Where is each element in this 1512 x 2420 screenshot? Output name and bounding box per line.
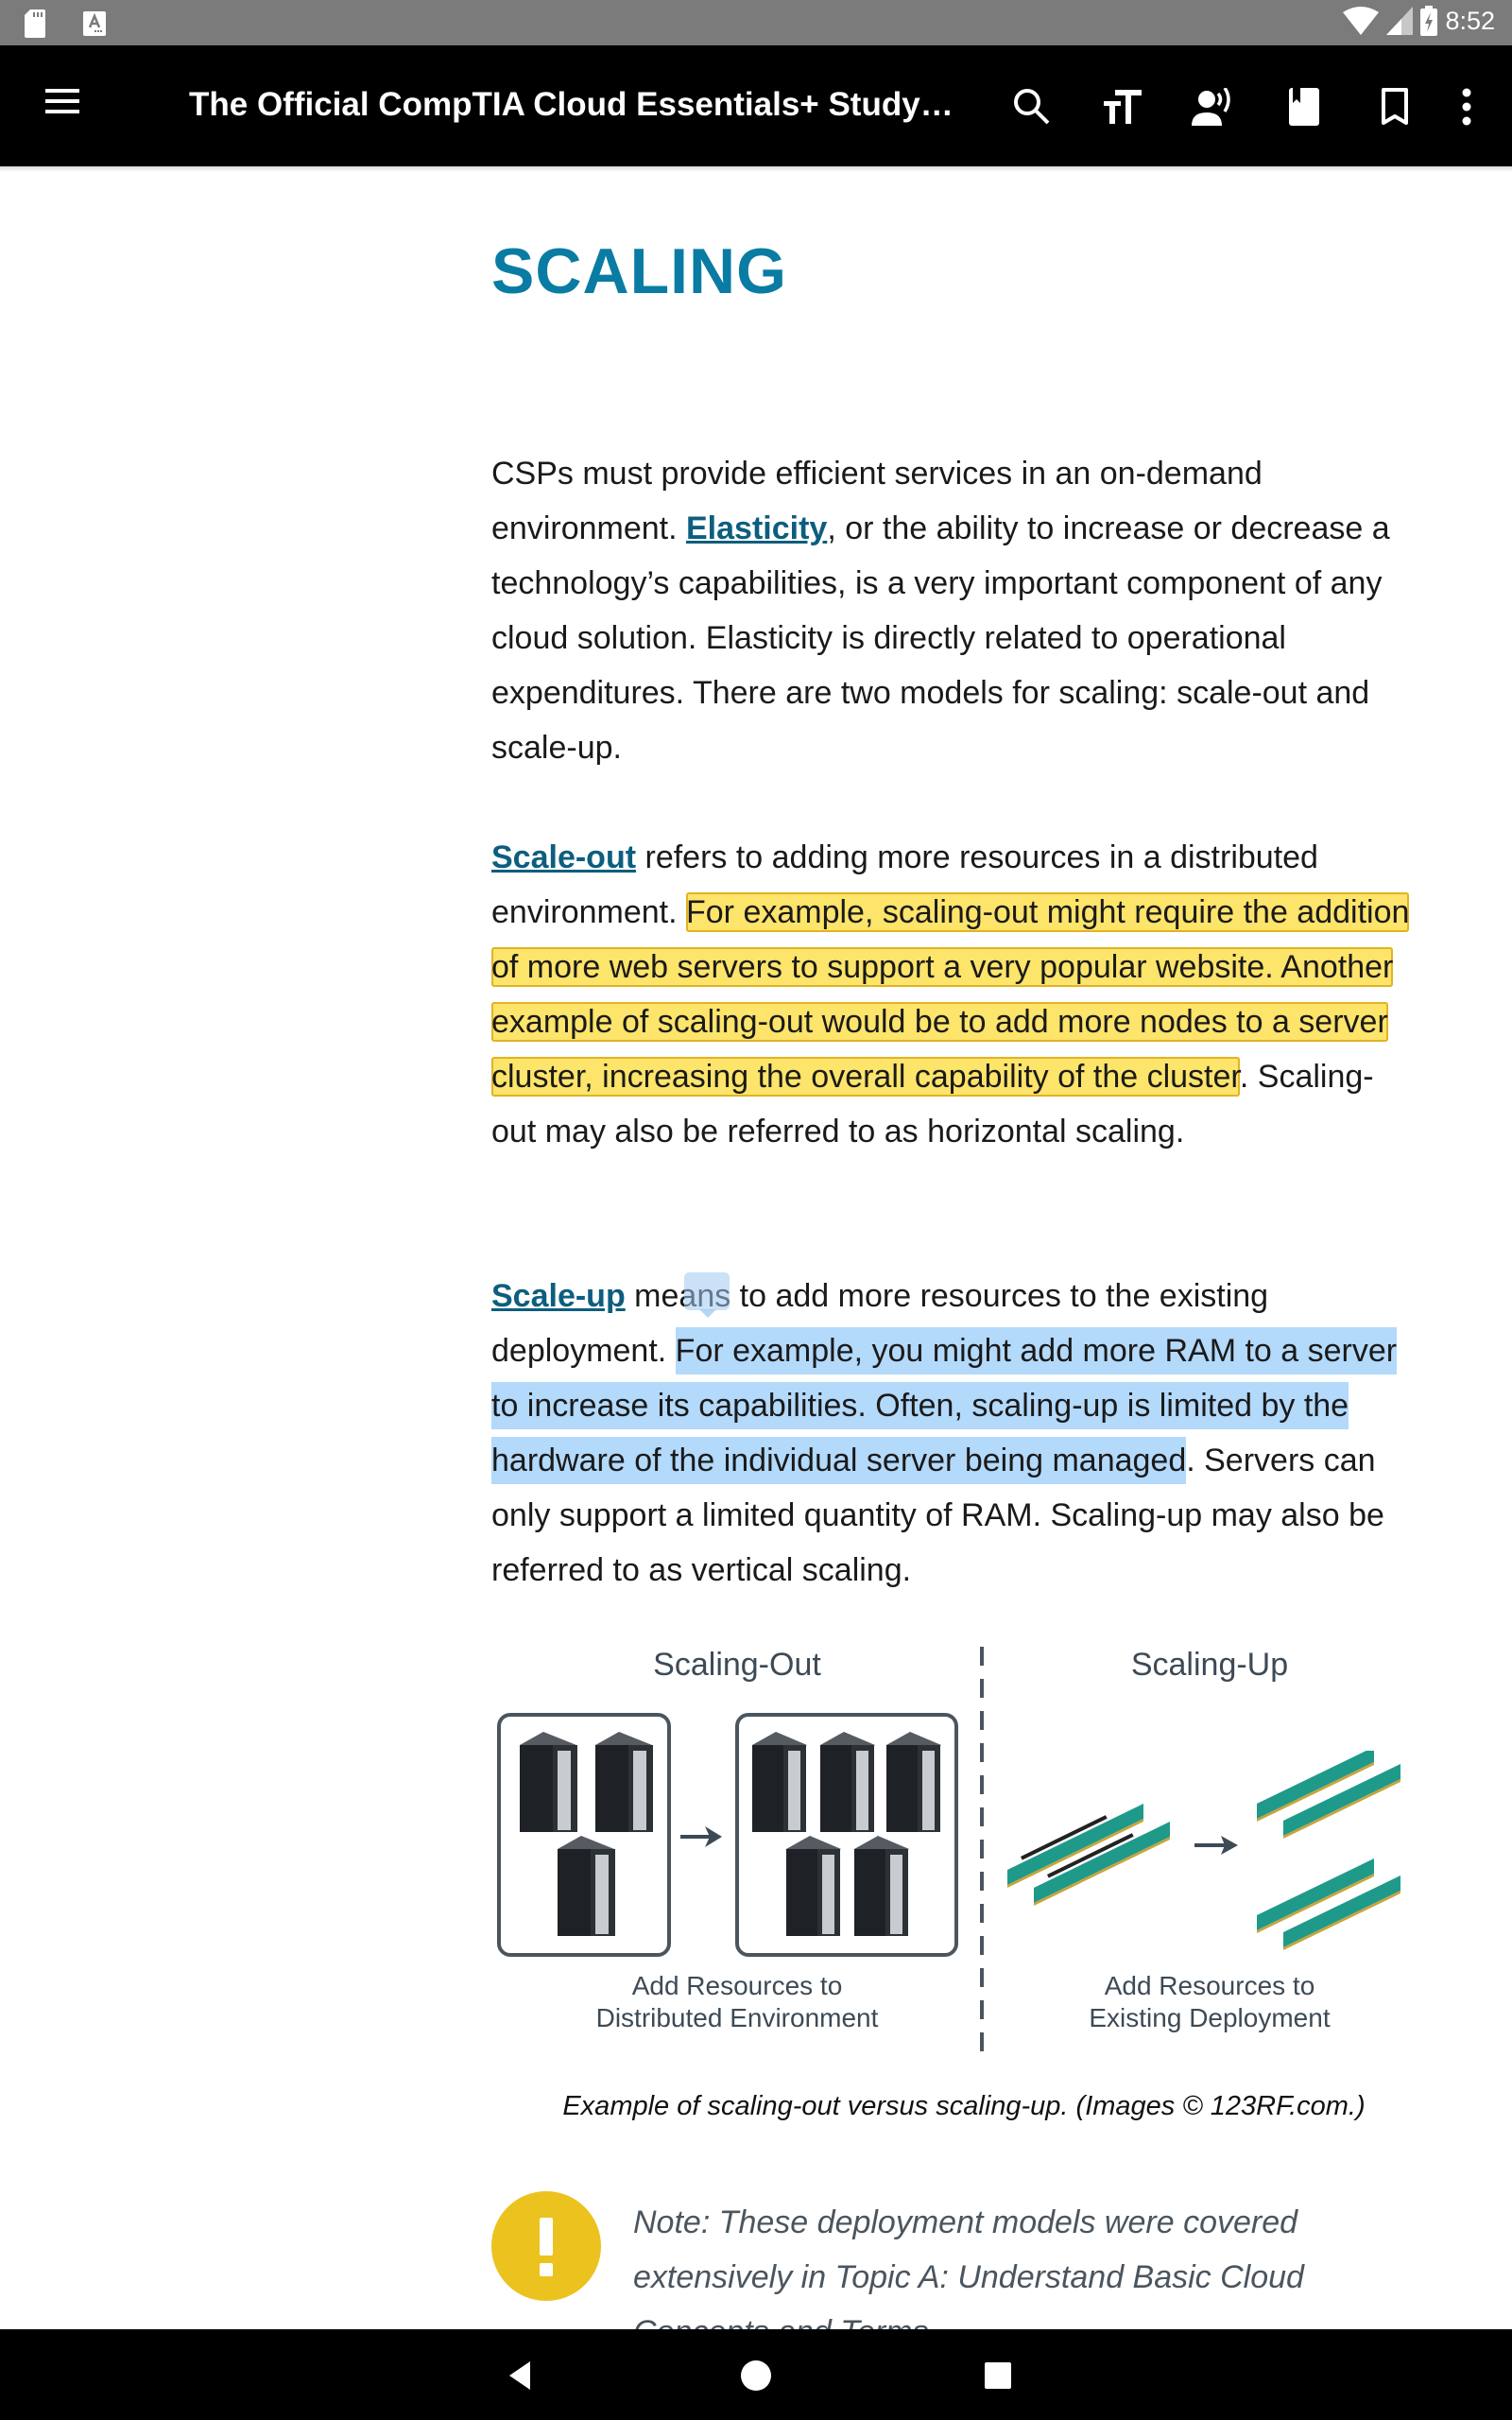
server-rack-icon <box>820 1732 875 1832</box>
back-button[interactable] <box>491 2352 548 2399</box>
battery-charging-icon <box>1420 6 1438 36</box>
servers-before-illustration <box>520 1732 653 1936</box>
more-options-button[interactable] <box>1440 83 1493 130</box>
cell-signal-icon <box>1386 7 1414 35</box>
clock: 8:52 <box>1445 6 1495 35</box>
back-triangle-icon <box>509 2361 530 2390</box>
paragraph-scale-up: Scale-up means to add more resources to … <box>491 1269 1418 1598</box>
server-rack-icon <box>595 1732 653 1832</box>
figure-caption: Example of scaling-out versus scaling-up… <box>562 2091 1366 2121</box>
status-bar: 8:52 <box>0 0 1512 45</box>
app-bar: The Official CompTIA Cloud Essentials+ S… <box>0 45 1512 166</box>
caption-line: Distributed Environment <box>595 2003 879 2032</box>
system-nav-bar <box>0 2329 1512 2420</box>
arrow-right-icon <box>680 1826 722 1847</box>
hamburger-menu-icon <box>45 89 79 113</box>
more-vert-icon <box>1462 88 1471 126</box>
text-size-icon <box>1104 90 1142 124</box>
sd-card-icon <box>25 9 45 38</box>
bookmark-icon <box>1382 88 1408 125</box>
figure-divider <box>980 1647 984 2058</box>
bookmark-button[interactable] <box>1349 83 1440 130</box>
server-rack-icon <box>558 1836 615 1936</box>
server-rack-icon <box>520 1732 577 1832</box>
before-servers-box <box>497 1713 671 1957</box>
paragraph-scale-out: Scale-out refers to adding more resource… <box>491 830 1418 1159</box>
app-bar-shadow <box>0 166 1512 172</box>
caption-line: Existing Deployment <box>1089 2003 1331 2032</box>
scaling-up-caption: Add Resources to Existing Deployment <box>1002 1970 1418 2034</box>
recents-button[interactable] <box>970 2352 1026 2399</box>
figure-title-scaling-out: Scaling-Out <box>653 1647 821 1683</box>
section-heading: SCALING <box>491 235 787 307</box>
home-button[interactable] <box>728 2352 784 2399</box>
server-rack-icon <box>786 1836 841 1936</box>
scaling-figure: Scaling-Out Scaling-Up Add Resources to … <box>491 1647 1436 2063</box>
caption-line: Add Resources to <box>631 1971 843 2000</box>
warning-exclamation-icon <box>491 2191 601 2301</box>
read-aloud-icon <box>1192 88 1230 126</box>
text: , or the ability to increase or decrease… <box>491 510 1390 766</box>
scaling-out-caption: Add Resources to Distributed Environment <box>529 1970 945 2034</box>
search-button[interactable] <box>987 83 1077 130</box>
server-rack-icon <box>752 1732 807 1832</box>
search-icon <box>1014 89 1050 125</box>
home-circle-icon <box>741 2360 771 2391</box>
figure-title-scaling-up: Scaling-Up <box>1130 1647 1289 1683</box>
wifi-icon <box>1343 7 1380 35</box>
caption-line: Add Resources to <box>1104 1971 1315 2000</box>
server-rack-icon <box>854 1836 909 1936</box>
server-rack-icon <box>886 1732 941 1832</box>
after-servers-box <box>735 1713 958 1957</box>
paragraph-intro: CSPs must provide efficient services in … <box>491 446 1418 775</box>
ram-illustration <box>1007 1751 1400 1950</box>
recents-square-icon <box>985 2362 1011 2389</box>
glossary-link-elasticity[interactable]: Elasticity <box>686 510 827 546</box>
servers-after-illustration <box>752 1732 941 1936</box>
text-a-icon <box>83 11 106 36</box>
text-size-button[interactable] <box>1077 83 1168 130</box>
text: me <box>625 1278 679 1314</box>
book-bookmark-icon <box>1289 88 1319 126</box>
selection-start-handle[interactable]: ans <box>679 1269 730 1323</box>
glossary-link-scale-up[interactable]: Scale-up <box>491 1278 626 1314</box>
bookmarks-list-button[interactable] <box>1259 83 1349 130</box>
read-aloud-button[interactable] <box>1168 83 1259 130</box>
book-title: The Official CompTIA Cloud Essentials+ S… <box>189 86 954 123</box>
glossary-link-scale-out[interactable]: Scale-out <box>491 839 636 875</box>
menu-button[interactable] <box>43 87 91 125</box>
